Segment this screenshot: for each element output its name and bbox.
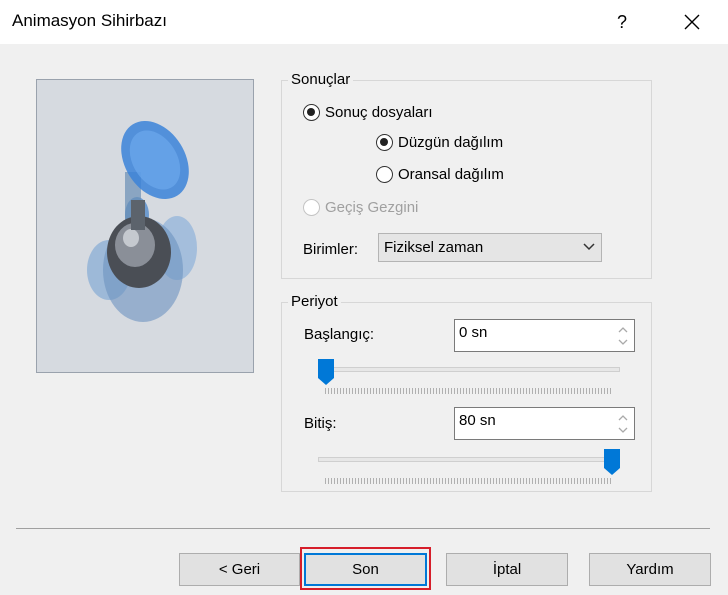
transition-navigator-label: Geçiş Gezgini	[325, 199, 419, 216]
cancel-button[interactable]: İptal	[446, 553, 568, 586]
end-slider-ticks	[325, 478, 613, 484]
uniform-distribution-radio[interactable]: Düzgün dağılım	[376, 134, 503, 151]
result-files-radio[interactable]: Sonuç dosyaları	[303, 104, 433, 121]
radio-disabled-icon	[303, 199, 320, 216]
proportional-distribution-label: Oransal dağılım	[398, 166, 504, 183]
start-label: Başlangıç:	[304, 326, 375, 343]
units-select-value: Fiziksel zaman	[384, 239, 484, 256]
start-slider-thumb[interactable]	[318, 359, 334, 385]
help-title-button[interactable]: ?	[604, 4, 640, 40]
start-slider-ticks	[325, 388, 613, 394]
footer-separator	[16, 528, 710, 529]
model-preview-image	[36, 79, 254, 373]
back-button[interactable]: < Geri	[179, 553, 300, 586]
start-time-value: 0 sn	[459, 324, 488, 341]
window-title: Animasyon Sihirbazı	[12, 11, 167, 30]
radio-checked-icon	[303, 104, 320, 121]
period-group-title: Periyot	[288, 293, 341, 310]
end-label: Bitiş:	[304, 415, 337, 432]
chevron-down-icon	[583, 243, 595, 251]
radio-unchecked-icon	[376, 166, 393, 183]
end-time-value: 80 sn	[459, 412, 496, 429]
close-button[interactable]	[674, 4, 710, 40]
transition-navigator-radio: Geçiş Gezgini	[303, 199, 418, 216]
units-label: Birimler:	[303, 241, 358, 258]
model-thumbnail	[87, 120, 197, 322]
spin-arrows-icon[interactable]	[616, 322, 630, 350]
end-time-input[interactable]: 80 sn	[454, 407, 635, 440]
radio-checked-icon	[376, 134, 393, 151]
end-slider-thumb[interactable]	[604, 449, 620, 475]
end-slider-track[interactable]	[318, 457, 620, 462]
finish-button-highlight	[300, 547, 431, 590]
uniform-distribution-label: Düzgün dağılım	[398, 134, 504, 151]
close-icon	[684, 14, 700, 30]
units-select[interactable]: Fiziksel zaman	[378, 233, 602, 262]
results-group-title: Sonuçlar	[288, 71, 354, 88]
proportional-distribution-radio[interactable]: Oransal dağılım	[376, 166, 504, 183]
result-files-label: Sonuç dosyaları	[325, 104, 433, 121]
start-slider-track[interactable]	[318, 367, 620, 372]
title-bar: Animasyon Sihirbazı ?	[0, 0, 728, 44]
start-time-input[interactable]: 0 sn	[454, 319, 635, 352]
help-button[interactable]: Yardım	[589, 553, 711, 586]
spin-arrows-icon[interactable]	[616, 410, 630, 438]
